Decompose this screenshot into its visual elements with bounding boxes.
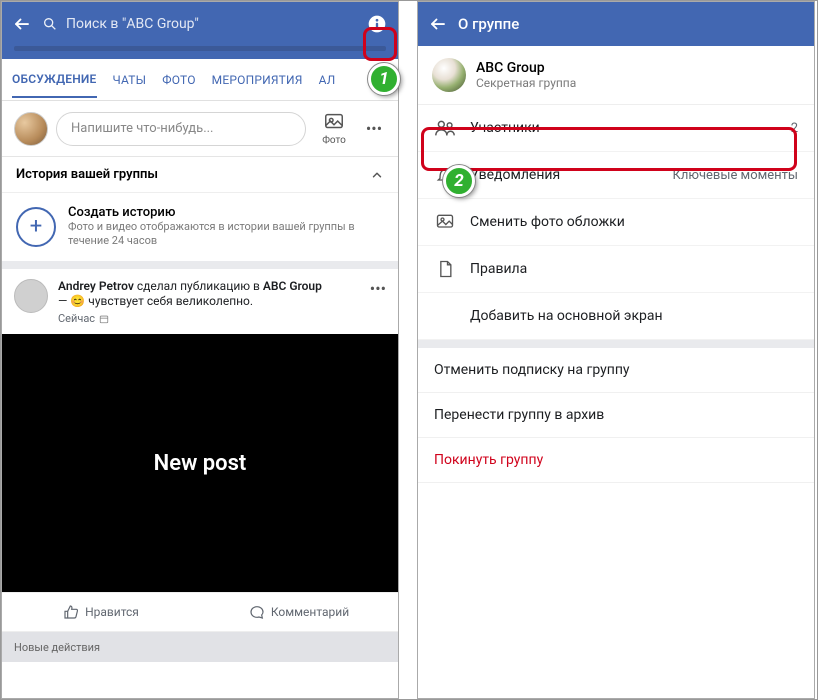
marker-1: 1 — [368, 63, 400, 95]
tab-events[interactable]: МЕРОПРИЯТИЯ — [212, 73, 303, 87]
menu-cover-label: Сменить фото обложки — [470, 214, 798, 230]
comment-button[interactable]: Комментарий — [200, 593, 398, 631]
action-archive[interactable]: Перенести группу в архив — [418, 393, 814, 438]
info-icon[interactable] — [366, 13, 388, 35]
chevron-up-icon — [370, 168, 384, 182]
back-icon[interactable] — [12, 14, 32, 34]
story-subtitle: Фото и видео отображаются в истории ваше… — [68, 220, 384, 249]
menu-cover[interactable]: Сменить фото обложки — [418, 199, 814, 246]
story-title: Создать историю — [68, 205, 384, 220]
feeling-emoji: 😊 — [70, 294, 85, 308]
compose-row: Напишите что-нибудь... Фото ••• — [2, 101, 398, 156]
post-avatar[interactable] — [14, 279, 48, 313]
post-author[interactable]: Andrey Petrov — [58, 279, 134, 293]
compose-input[interactable]: Напишите что-нибудь... — [56, 112, 306, 146]
menu-notifications[interactable]: Уведомления Ключевые моменты — [418, 152, 814, 199]
menu-add-home-label: Добавить на основной экран — [470, 308, 798, 324]
menu-rules[interactable]: Правила — [418, 246, 814, 293]
story-section-title: История вашей группы — [16, 167, 158, 182]
group-name: ABC Group — [476, 60, 576, 76]
search-input[interactable]: Поиск в "ABC Group" — [42, 16, 356, 32]
post-time: Сейчас — [58, 312, 360, 326]
post-head: Andrey Petrov сделал публикацию в ABC Gr… — [2, 269, 398, 334]
group-info-row[interactable]: ABC Group Секретная группа — [418, 46, 814, 105]
compose-photo-button[interactable]: Фото — [314, 111, 354, 146]
plus-icon: + — [16, 207, 56, 247]
back-icon[interactable] — [428, 14, 448, 34]
picture-icon — [434, 211, 456, 233]
action-leave[interactable]: Покинуть группу — [418, 438, 814, 483]
new-actions-bar[interactable]: Новые действия — [2, 632, 398, 662]
members-icon — [434, 117, 456, 139]
document-icon — [434, 258, 456, 280]
post-more-icon[interactable]: ••• — [370, 279, 386, 326]
marker-2: 2 — [443, 165, 475, 197]
gap — [418, 340, 814, 348]
group-avatar — [432, 58, 466, 92]
menu-members-label: Участники — [470, 120, 777, 136]
group-type: Секретная группа — [476, 76, 576, 90]
compose-photo-label: Фото — [322, 135, 346, 146]
menu-rules-label: Правила — [470, 261, 798, 277]
header-title: О группе — [458, 15, 519, 33]
story-text: Создать историю Фото и видео отображаютс… — [68, 205, 384, 249]
gap — [2, 261, 398, 269]
group-info-text: ABC Group Секретная группа — [476, 60, 576, 90]
header-bar: Поиск в "ABC Group" — [2, 2, 398, 46]
search-icon — [42, 16, 58, 32]
compose-more-icon[interactable]: ••• — [362, 119, 386, 138]
post-body[interactable]: New post — [2, 334, 398, 592]
menu-add-home[interactable]: Добавить на основной экран — [418, 293, 814, 340]
tabs: ОБСУЖДЕНИЕ ЧАТЫ ФОТО МЕРОПРИЯТИЯ АЛ — [2, 59, 398, 101]
story-section-head[interactable]: История вашей группы — [2, 157, 398, 193]
header-underline — [14, 46, 386, 51]
tab-photo[interactable]: ФОТО — [162, 73, 195, 87]
menu-members-count: 2 — [791, 121, 798, 136]
menu-notifications-label: Уведомления — [470, 167, 658, 183]
tab-discussion[interactable]: ОБСУЖДЕНИЕ — [12, 72, 97, 98]
menu-notifications-value: Ключевые моменты — [672, 168, 798, 183]
compose-placeholder: Напишите что-нибудь... — [71, 121, 213, 136]
action-unsubscribe[interactable]: Отменить подписку на группу — [418, 348, 814, 393]
big-actions: Отменить подписку на группу Перенести гр… — [418, 348, 814, 483]
menu-members[interactable]: Участники 2 — [418, 105, 814, 152]
like-button[interactable]: Нравится — [2, 593, 200, 631]
post-header-text: Andrey Petrov сделал публикацию в ABC Gr… — [58, 279, 360, 326]
header-bar: О группе — [418, 2, 814, 46]
search-placeholder: Поиск в "ABC Group" — [66, 16, 199, 32]
tab-chats[interactable]: ЧАТЫ — [113, 73, 147, 87]
tab-more[interactable]: АЛ — [319, 73, 336, 87]
phone-group-about: О группе ABC Group Секретная группа Учас… — [417, 1, 815, 699]
avatar[interactable] — [14, 112, 48, 146]
post-actions: Нравится Комментарий — [2, 592, 398, 632]
phone-group-feed: Поиск в "ABC Group" ОБСУЖДЕНИЕ ЧАТЫ ФОТО… — [1, 1, 399, 699]
post-group[interactable]: ABC Group — [263, 279, 322, 293]
create-story-row[interactable]: + Создать историю Фото и видео отображаю… — [2, 193, 398, 261]
